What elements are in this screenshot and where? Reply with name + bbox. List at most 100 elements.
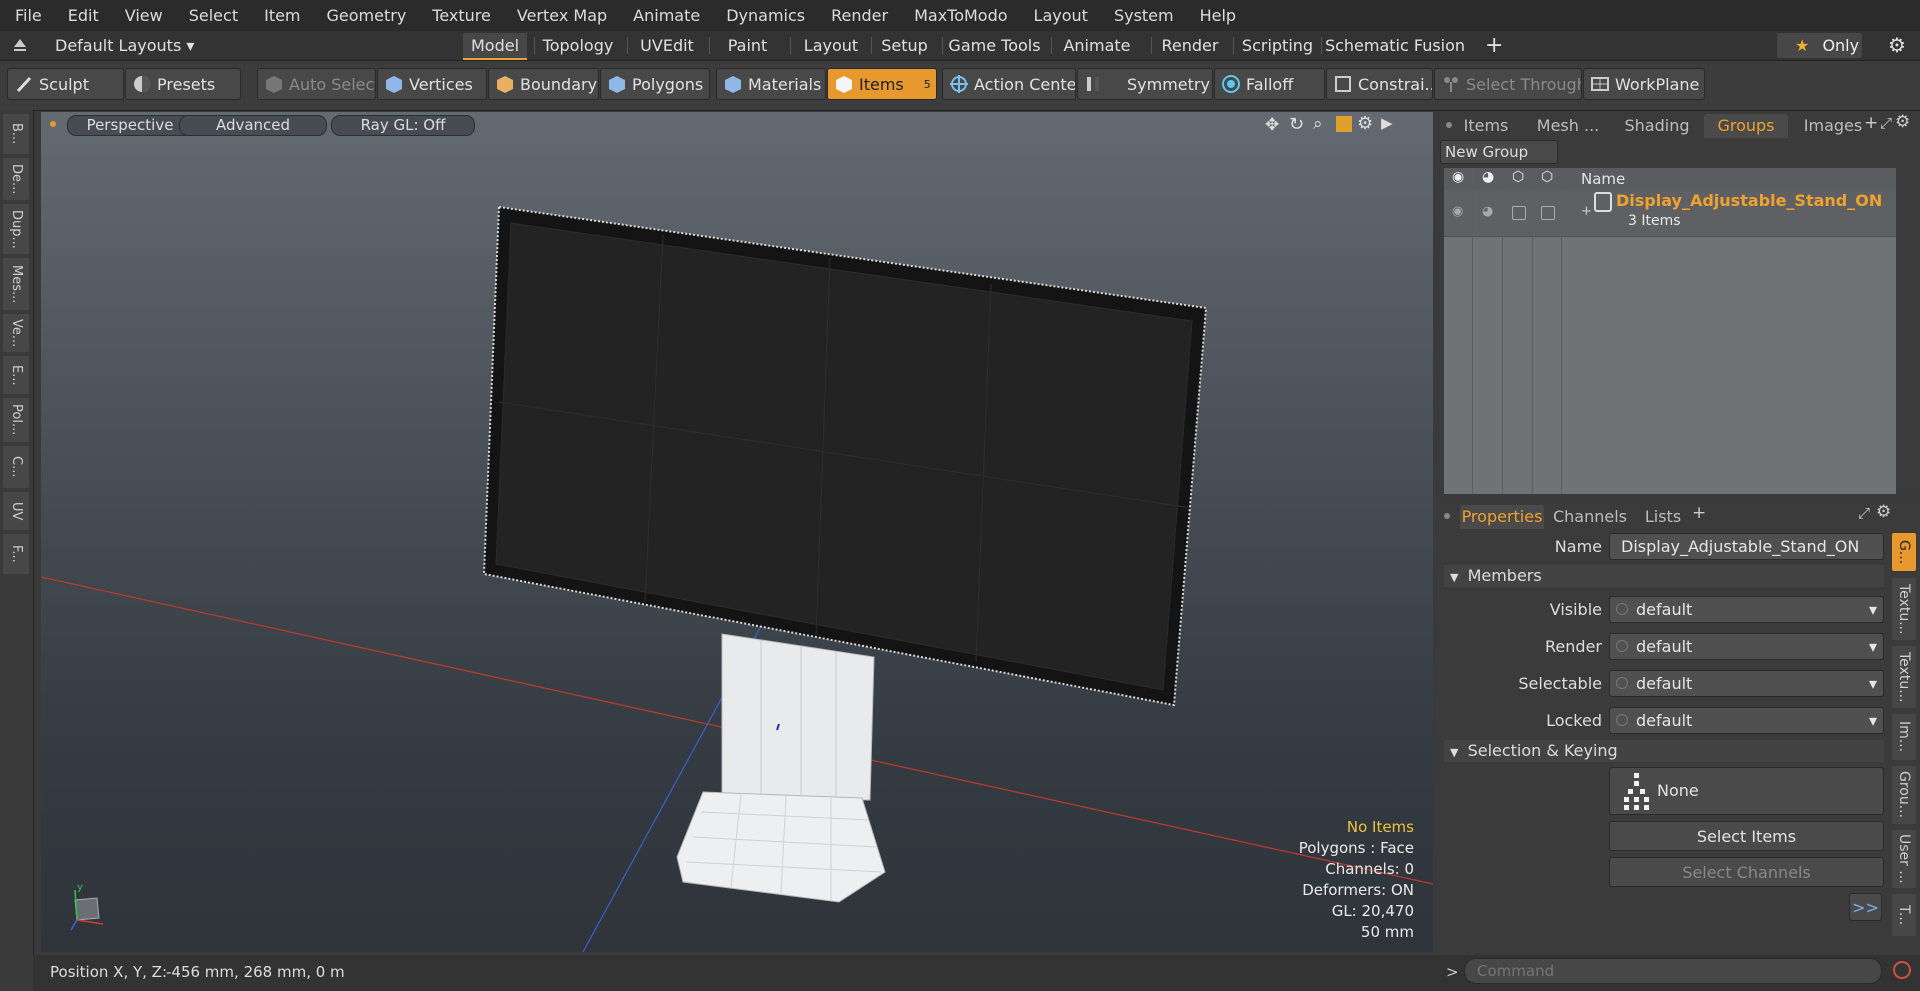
presets-button[interactable]: Presets [125,68,241,100]
left-tab[interactable]: De... [3,158,29,200]
left-tab[interactable]: Mes... [3,258,29,310]
side-tab[interactable]: Textu... [1892,578,1916,640]
boundary-button[interactable]: Boundary [488,68,599,100]
tab-layout[interactable]: Animate [1052,33,1142,58]
more-button[interactable]: >> [1849,893,1882,921]
materials-button[interactable]: Materials [716,68,826,100]
select-through-button[interactable]: Select Through [1434,68,1582,100]
row-eye-icon[interactable]: ◉ [1452,204,1463,219]
panel-tab[interactable]: Items [1450,114,1522,138]
menu-item[interactable]: MaxToModo [899,6,1018,25]
vertices-button[interactable]: Vertices 1 [377,68,487,100]
side-tab[interactable]: Textu... [1892,646,1916,708]
panel-tab[interactable]: Mesh ... [1524,114,1612,138]
menu-item[interactable]: Dynamics [711,6,816,25]
auto-select-button[interactable]: Auto Select [257,68,376,100]
expand-plus-icon[interactable]: + [1581,204,1592,219]
row-select-checkbox[interactable] [1541,206,1555,220]
left-tab[interactable]: B... [3,114,29,154]
side-tab[interactable]: Grou... [1892,766,1916,824]
tab-layout[interactable]: Scripting [1234,33,1321,58]
left-tab[interactable]: F... [3,534,29,574]
field-dropdown[interactable]: default ▾ [1609,633,1884,660]
properties-tab[interactable]: Channels [1550,505,1630,529]
menu-item[interactable]: Layout [1019,6,1099,25]
symmetry-button[interactable]: Symmetry [1077,68,1213,100]
popout-icon[interactable]: ⤢ [1858,504,1870,522]
menu-item[interactable]: System [1099,6,1185,25]
properties-tab[interactable]: Lists [1632,505,1694,529]
boundary-label: Boundary [520,74,598,94]
menu-item[interactable]: Vertex Map [502,6,618,25]
add-tab-icon[interactable]: + [1485,33,1503,58]
left-tab[interactable]: Ve... [3,314,29,352]
keying-none-button[interactable]: None [1609,767,1884,815]
3d-viewport[interactable]: Perspective Advanced Ray GL: Off ✥ ↻ ⌕ ⚙… [41,112,1433,952]
left-tab[interactable]: Dup... [3,204,29,254]
command-input[interactable] [1464,958,1882,984]
tab-layout[interactable]: Model [463,33,527,60]
field-dropdown[interactable]: default ▾ [1609,670,1884,697]
side-tab[interactable]: T... [1892,894,1916,936]
tab-layout[interactable]: Game Tools [943,33,1046,58]
menu-item[interactable]: Render [816,6,899,25]
left-tab[interactable]: E... [3,356,29,394]
members-section[interactable]: ▼ Members [1444,565,1884,587]
tab-layout[interactable]: Paint [710,33,785,58]
constraints-button[interactable]: Constrai... [1326,68,1433,100]
row-lock-checkbox[interactable] [1512,206,1526,220]
menu-item[interactable]: Item [249,6,311,25]
eye-column-icon: ◉ [1452,169,1465,185]
menu-item[interactable]: Geometry [312,6,418,25]
tab-layout[interactable]: Setup [872,33,937,58]
side-tab[interactable]: G... [1892,533,1916,571]
layout-expand-icon[interactable] [12,37,28,53]
sculpt-button[interactable]: Sculpt [7,68,124,100]
workplane-button[interactable]: WorkPlane [1583,68,1705,100]
panel-tab[interactable]: Shading [1614,114,1700,138]
menu-item[interactable]: File [0,6,53,25]
add-prop-tab-icon[interactable]: + [1692,503,1706,523]
tab-layout[interactable]: Layout [791,33,871,58]
tab-layout[interactable]: Topology [535,33,621,58]
panel-tab[interactable]: Groups [1704,114,1788,138]
record-icon[interactable] [1893,961,1911,979]
layout-selector[interactable]: Default Layouts ▾ [55,36,194,55]
left-tab[interactable]: UV [3,492,29,530]
panel-gear-icon[interactable]: ⚙ [1876,502,1891,522]
tab-layout[interactable]: UVEdit [628,33,706,58]
name-field[interactable]: Display_Adjustable_Stand_ON (3) [1609,533,1884,581]
side-tab[interactable]: User ... [1892,830,1916,888]
menu-item[interactable]: View [110,6,174,25]
left-tab[interactable]: Pol... [3,398,29,442]
menu-item[interactable]: Animate [618,6,711,25]
menu-item[interactable]: Select [174,6,249,25]
select-items-button[interactable]: Select Items [1609,821,1884,851]
panel-gear-icon[interactable]: ⚙ [1895,112,1910,132]
field-dropdown[interactable]: default ▾ [1609,596,1884,623]
tab-layout[interactable]: Render [1152,33,1228,58]
add-panel-tab-icon[interactable]: + [1864,113,1878,133]
left-tab[interactable]: C... [3,446,29,488]
only-toggle[interactable]: ★ Only [1777,33,1862,58]
row-render-icon[interactable]: ◕ [1482,204,1493,219]
menu-item[interactable]: Edit [53,6,110,25]
side-tab[interactable]: Im... [1892,714,1916,760]
falloff-button[interactable]: Falloff [1214,68,1325,100]
polygons-button[interactable]: Polygons [600,68,710,100]
popout-icon[interactable]: ⤢ [1880,114,1892,132]
new-group-button[interactable]: New Group [1440,140,1558,164]
action-center-button[interactable]: Action Center [942,68,1076,100]
items-button[interactable]: Items 5 [827,68,937,100]
field-label: Locked [1546,711,1602,730]
properties-tab[interactable]: Properties [1460,505,1544,529]
select-channels-button[interactable]: Select Channels [1609,857,1884,887]
menu-item[interactable]: Texture [417,6,502,25]
gear-icon[interactable]: ⚙ [1888,33,1906,57]
tab-layout[interactable]: Schematic Fusion [1322,33,1468,58]
menu-item[interactable]: Help [1185,6,1247,25]
keying-section[interactable]: ▼ Selection & Keying [1444,740,1884,762]
group-list[interactable]: ◉ ◕ ⬡ ⬡ Name ◉ ◕ + Display_Adjustable_St… [1444,168,1896,494]
field-dropdown[interactable]: default ▾ [1609,707,1884,734]
group-row[interactable]: ◉ ◕ + Display_Adjustable_Stand_ON 3 Item… [1444,190,1896,237]
